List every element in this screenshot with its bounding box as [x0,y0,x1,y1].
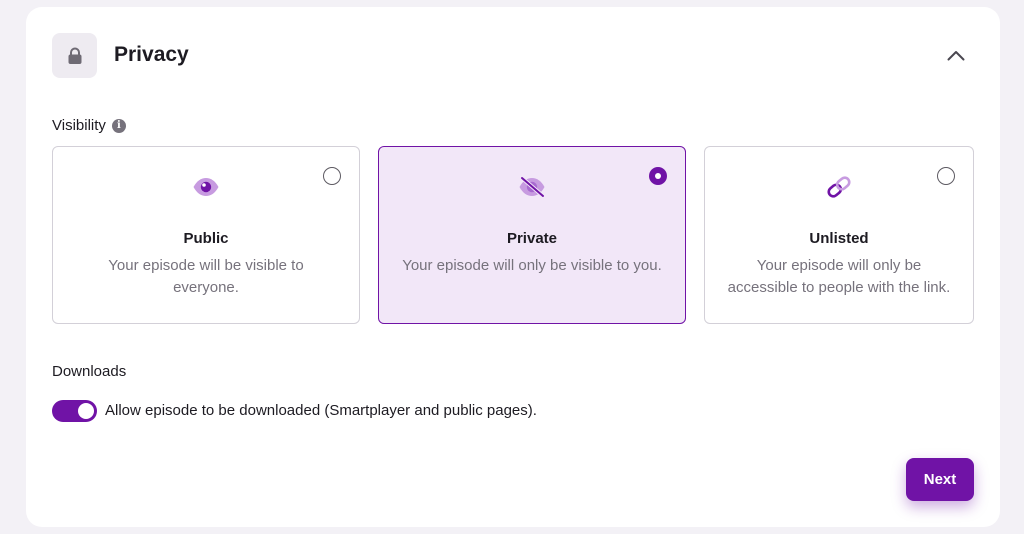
option-description: Your episode will be visible to everyone… [108,257,304,296]
link-icon [824,174,854,200]
option-title: Public [183,230,229,247]
downloads-toggle-label: Allow episode to be downloaded (Smartpla… [105,402,537,419]
visibility-option-unlisted[interactable]: Unlisted Your episode will only be acces… [704,146,974,324]
lock-icon [68,47,81,64]
radio-unlisted[interactable] [937,167,955,185]
downloads-label: Downloads [52,363,127,380]
visibility-option-private[interactable]: Private Your episode will only be visibl… [378,146,686,324]
downloads-toggle[interactable] [52,400,97,422]
option-description: Your episode will only be accessible to … [727,257,951,296]
info-icon[interactable]: i [111,119,126,133]
privacy-card: Privacy Visibility i Public Your episode… [26,7,1000,527]
next-button[interactable]: Next [906,458,974,501]
visibility-label-row: Visibility i [52,116,126,136]
chevron-up-icon [947,50,965,60]
lock-icon-box [52,33,97,78]
radio-private[interactable] [649,167,667,185]
option-description: Your episode will only be visible to you… [402,257,662,274]
option-title: Private [506,230,558,247]
visibility-option-public[interactable]: Public Your episode will be visible to e… [52,146,360,324]
eye-icon [191,174,221,200]
eye-off-icon [517,174,547,200]
visibility-label: Visibility [52,117,106,134]
option-title: Unlisted [809,230,869,247]
collapse-button[interactable] [940,41,972,69]
radio-public[interactable] [323,167,341,185]
section-title: Privacy [114,43,189,66]
toggle-knob [78,403,94,419]
